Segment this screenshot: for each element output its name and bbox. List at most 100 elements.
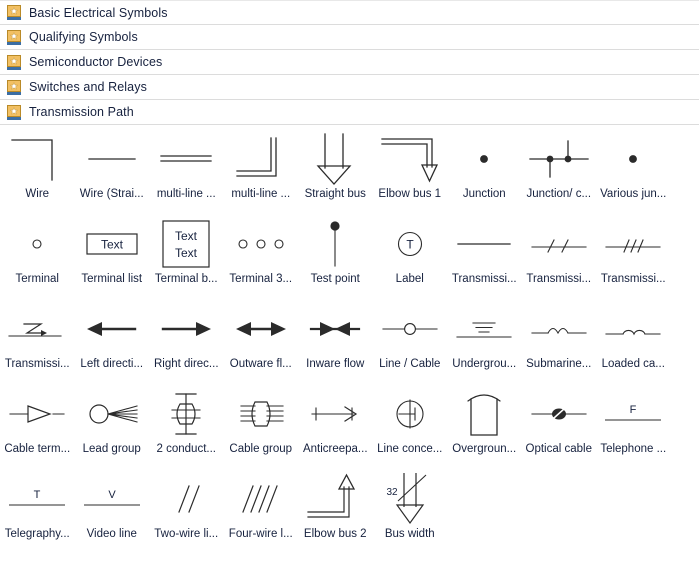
symbol-item[interactable]: Straight bus [298,128,373,213]
two-wire-line-icon[interactable] [149,468,223,530]
symbol-item[interactable]: F Telephone ... [596,383,671,468]
overground-enclosure-icon[interactable] [447,383,521,445]
junction-dot-icon[interactable] [447,128,521,190]
symbol-label: Transmissi... [600,273,666,285]
symbol-item[interactable]: Terminal [0,213,75,298]
multiline-straight-icon[interactable] [149,128,223,190]
symbol-item[interactable]: Junction/ c... [522,128,597,213]
symbol-label: Right direc... [153,358,219,370]
wire-straight-icon[interactable] [75,128,149,190]
loaded-cable-icon[interactable] [596,298,670,360]
symbol-item[interactable]: 32 Bus width [373,468,448,553]
symbol-item[interactable]: Wire [0,128,75,213]
line-cable-circle-icon[interactable] [373,298,447,360]
symbol-item[interactable]: Transmissi... [0,298,75,383]
symbol-item[interactable]: Text Text Terminal b... [149,213,224,298]
bus-width-icon[interactable]: 32 [373,468,447,530]
symbol-item[interactable]: Elbow bus 1 [373,128,448,213]
two-conductor-cable-icon[interactable] [149,383,223,445]
library-icon [7,5,21,20]
cable-termination-icon[interactable] [0,383,74,445]
terminal-three-circles-icon[interactable] [224,213,298,275]
symbol-item[interactable]: Anticreepa... [298,383,373,468]
symbol-item[interactable]: Loaded ca... [596,298,671,383]
line-concentrator-icon[interactable] [373,383,447,445]
svg-text:Text: Text [101,238,124,252]
symbol-item[interactable]: Two-wire li... [149,468,224,553]
symbol-item[interactable]: Transmissi... [522,213,597,298]
symbol-item[interactable]: Overgroun... [447,383,522,468]
underground-cable-icon[interactable] [447,298,521,360]
symbol-item[interactable]: multi-line ... [149,128,224,213]
symbol-item[interactable]: Terminal 3... [224,213,299,298]
multiline-corner-icon[interactable] [224,128,298,190]
wire-corner-icon[interactable] [0,128,74,190]
junction-crossing-icon[interactable] [522,128,596,190]
video-line-icon[interactable]: V [75,468,149,530]
submarine-cable-icon[interactable] [522,298,596,360]
category-list: Basic Electrical Symbols Qualifying Symbo… [0,0,699,125]
telegraphy-line-icon[interactable]: T [0,468,74,530]
category-row[interactable]: Qualifying Symbols [0,25,699,50]
symbol-item[interactable]: Undergrou... [447,298,522,383]
category-row[interactable]: Switches and Relays [0,75,699,100]
arrow-right-icon[interactable] [149,298,223,360]
symbol-item[interactable]: Optical cable [522,383,597,468]
symbol-item[interactable]: Line / Cable [373,298,448,383]
test-point-icon[interactable] [298,213,372,275]
terminal-list-box-icon[interactable]: Text [75,213,149,275]
symbol-item[interactable]: 2 conduct... [149,383,224,468]
category-label: Semiconductor Devices [29,55,163,69]
symbol-item[interactable]: Wire (Strai... [75,128,150,213]
symbol-item[interactable]: T Telegraphy... [0,468,75,553]
telephone-line-icon[interactable]: F [596,383,670,445]
cable-group-icon[interactable] [224,383,298,445]
symbol-item[interactable]: Text Terminal list [75,213,150,298]
symbol-label: Terminal 3... [229,273,293,285]
category-row[interactable]: Basic Electrical Symbols [0,0,699,25]
symbol-item[interactable]: Test point [298,213,373,298]
arrow-double-outward-icon[interactable] [224,298,298,360]
symbol-item[interactable]: Submarine... [522,298,597,383]
symbol-item[interactable]: V Video line [75,468,150,553]
arrow-left-icon[interactable] [75,298,149,360]
anticreepage-device-icon[interactable] [298,383,372,445]
terminal-circle-icon[interactable] [0,213,74,275]
symbol-item[interactable]: Transmissi... [447,213,522,298]
symbol-item[interactable]: Outware fl... [224,298,299,383]
various-junction-dot-icon[interactable] [596,128,670,190]
transmission-three-ticks-icon[interactable] [596,213,670,275]
symbol-item[interactable]: Line conce... [373,383,448,468]
symbol-item[interactable]: Various jun... [596,128,671,213]
transmission-plain-line-icon[interactable] [447,213,521,275]
symbol-item[interactable]: multi-line ... [224,128,299,213]
symbol-item[interactable]: Elbow bus 2 [298,468,373,553]
symbol-item[interactable]: Cable group [224,383,299,468]
symbol-item[interactable]: T Label [373,213,448,298]
symbol-item[interactable]: Left directi... [75,298,150,383]
symbol-item[interactable]: Lead group [75,383,150,468]
elbow-bus-1-icon[interactable] [373,128,447,190]
symbol-item[interactable]: Four-wire l... [224,468,299,553]
symbol-label: Telegraphy... [4,528,70,540]
symbol-item[interactable]: Junction [447,128,522,213]
symbol-item[interactable]: Right direc... [149,298,224,383]
symbol-label: Test point [310,273,360,285]
transmission-two-ticks-icon[interactable] [522,213,596,275]
elbow-bus-2-icon[interactable] [298,468,372,530]
lead-group-icon[interactable] [75,383,149,445]
optical-cable-icon[interactable] [522,383,596,445]
four-wire-line-icon[interactable] [224,468,298,530]
transmission-zigzag-arrow-icon[interactable] [0,298,74,360]
category-row[interactable]: Transmission Path [0,100,699,125]
terminal-block-box-icon[interactable]: Text Text [149,213,223,275]
symbol-label: Terminal [15,273,59,285]
symbol-item[interactable]: Cable term... [0,383,75,468]
symbol-label: Straight bus [304,188,366,200]
arrow-double-inward-icon[interactable] [298,298,372,360]
straight-bus-arrow-icon[interactable] [298,128,372,190]
category-row[interactable]: Semiconductor Devices [0,50,699,75]
symbol-item[interactable]: Transmissi... [596,213,671,298]
symbol-item[interactable]: Inware flow [298,298,373,383]
label-circle-t-icon[interactable]: T [373,213,447,275]
